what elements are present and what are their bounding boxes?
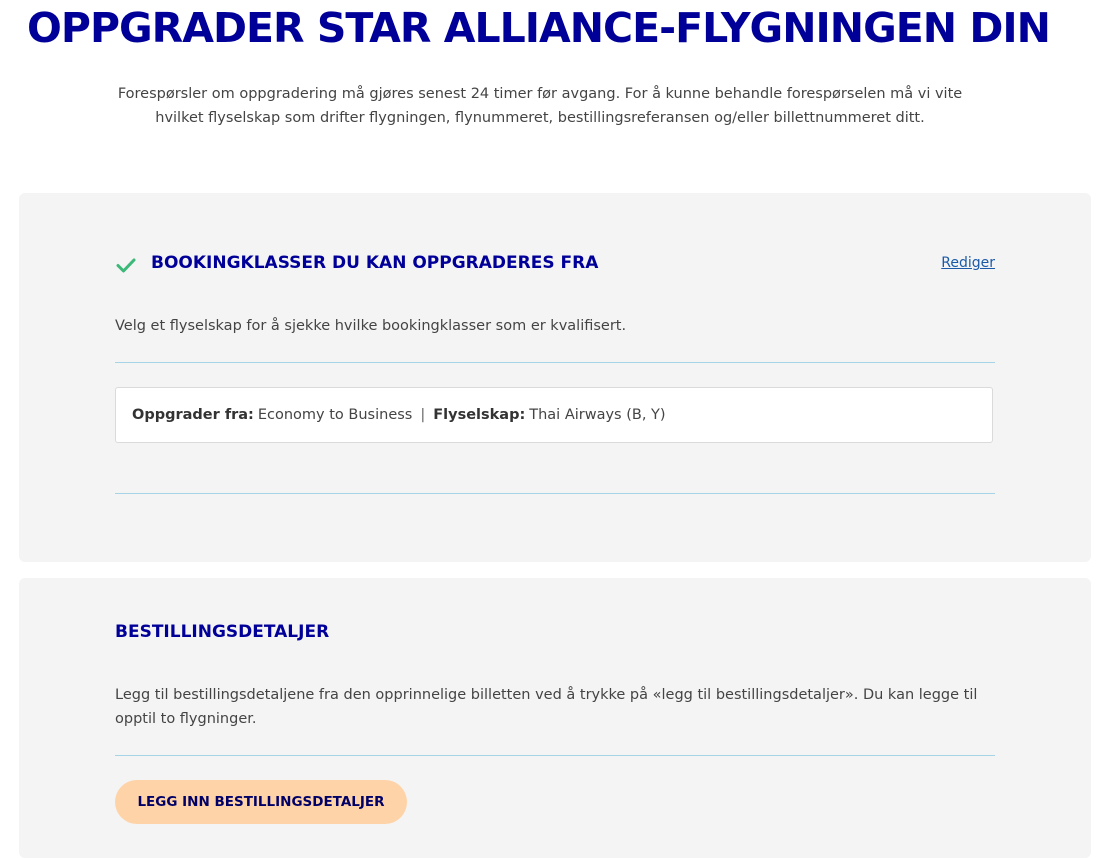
booking-classes-card: BOOKINGKLASSER DU KAN OPPGRADERES FRA Re… (19, 193, 1091, 562)
upgrade-from-value: Economy to Business (257, 407, 413, 423)
divider (115, 362, 995, 363)
divider (115, 755, 995, 756)
booking-classes-title: BOOKINGKLASSER DU KAN OPPGRADERES FRA (151, 253, 599, 273)
check-icon (116, 258, 136, 273)
summary-separator: | (420, 407, 426, 423)
booking-classes-description: Velg et flyselskap for å sjekke hvilke b… (115, 318, 627, 334)
intro-text: Forespørsler om oppgradering må gjøres s… (117, 86, 963, 126)
upgrade-from-label: Oppgrader fra: (132, 407, 254, 423)
order-details-card: BESTILLINGSDETALJER Legg til bestillings… (19, 578, 1091, 858)
divider (115, 493, 995, 494)
airline-value: Thai Airways (B, Y) (529, 407, 666, 423)
page-title: OPPGRADER STAR ALLIANCE-FLYGNINGEN DIN (27, 4, 1051, 52)
order-details-description: Legg til bestillingsdetaljene fra den op… (115, 687, 978, 727)
add-order-details-button[interactable]: LEGG INN BESTILLINGSDETALJER (115, 780, 407, 824)
airline-label: Flyselskap: (433, 407, 526, 423)
edit-link[interactable]: Rediger (941, 255, 995, 271)
order-details-title: BESTILLINGSDETALJER (115, 622, 330, 642)
upgrade-summary-box: Oppgrader fra: Economy to Business | Fly… (115, 387, 993, 443)
